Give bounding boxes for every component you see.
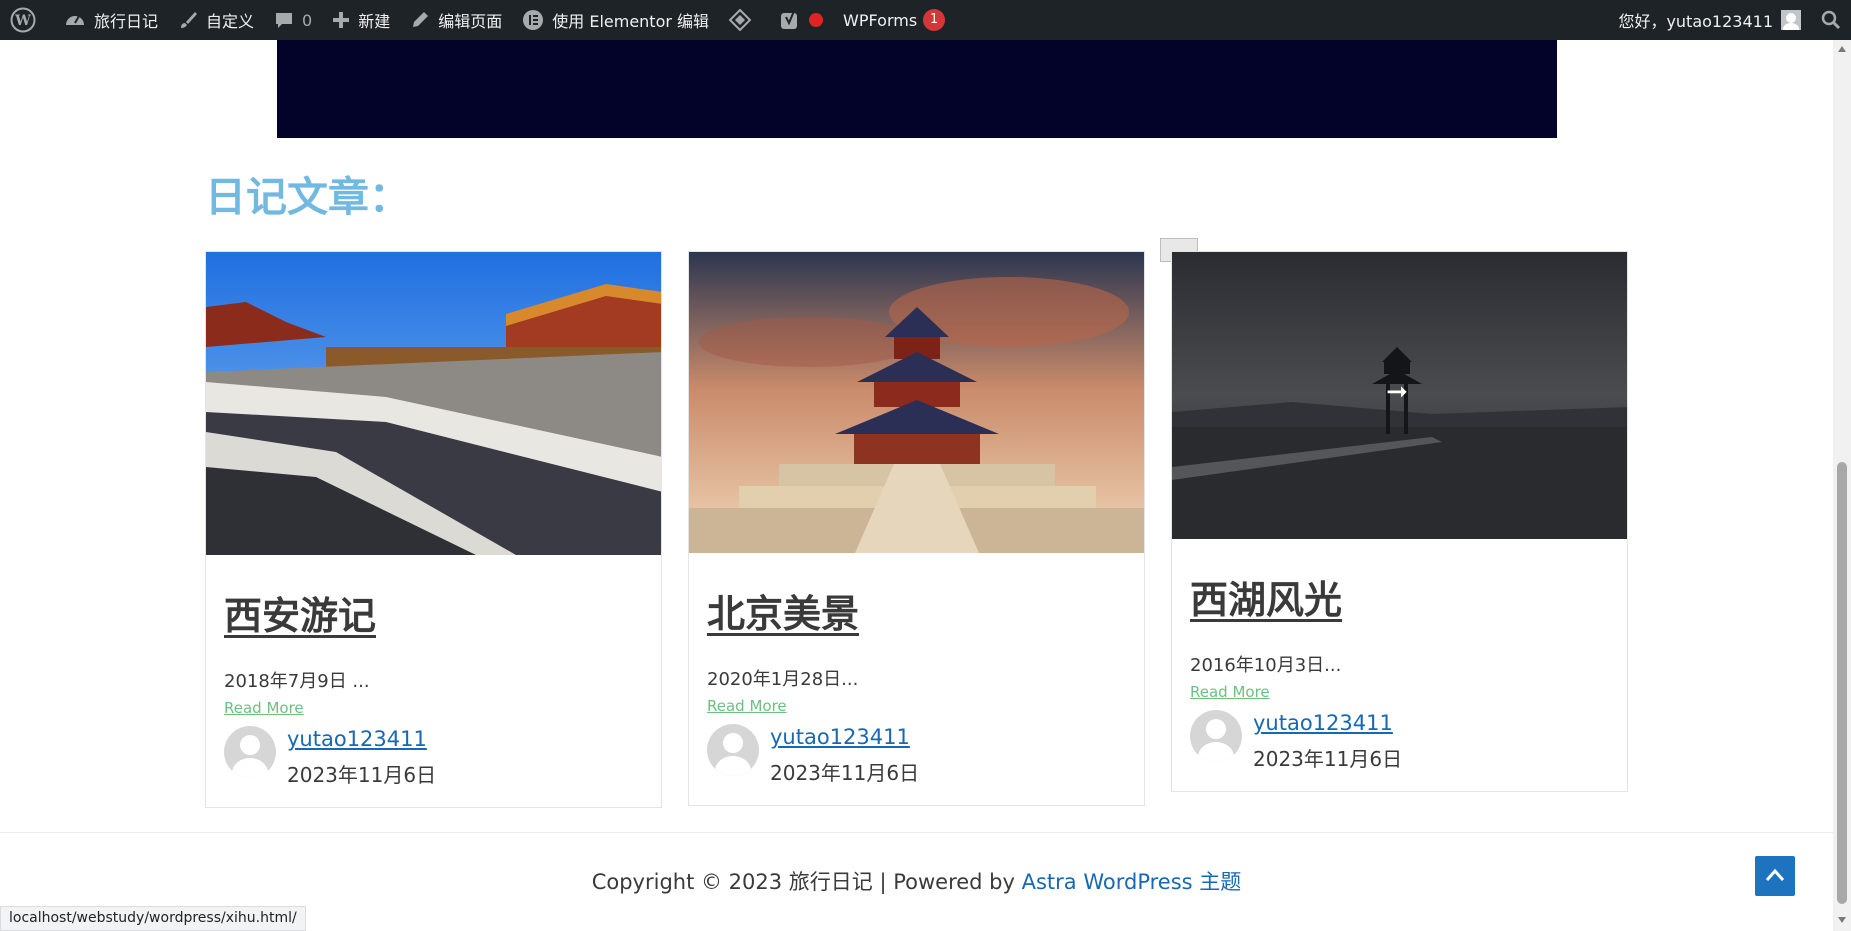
wpforms-menu[interactable]: WPForms 1 [833, 0, 955, 40]
site-name-label: 旅行日记 [94, 12, 159, 31]
wordpress-icon: W [10, 7, 36, 33]
read-more-link[interactable]: Read More [224, 699, 304, 717]
comment-bubble-icon [274, 10, 294, 30]
footer-divider [0, 832, 1833, 833]
scrollbar-thumb[interactable] [1837, 462, 1847, 904]
copyright-text: Copyright © 2023 旅行日记 | Powered by [591, 870, 1022, 894]
wpforms-label: WPForms [843, 10, 918, 30]
post-card: 西安游记 2018年7月9日 ... Read More yutao123411… [205, 251, 662, 808]
wp-admin-bar: W 旅行日记 自定义 0 新建 编辑页面 使用 Elementor 编辑 WPF… [0, 0, 1851, 40]
author-link[interactable]: yutao123411 [1253, 711, 1393, 735]
wordpress-logo-menu[interactable]: W [0, 0, 54, 40]
scroll-up-arrow-icon[interactable] [1838, 46, 1846, 52]
comments-count: 0 [302, 10, 313, 30]
new-label: 新建 [358, 12, 391, 31]
yoast-icon [779, 9, 801, 31]
elementor-edit-menu[interactable]: 使用 Elementor 编辑 [512, 0, 719, 40]
author-avatar [224, 726, 276, 778]
author-avatar [1190, 710, 1242, 762]
read-more-link[interactable]: Read More [707, 697, 787, 715]
greeting-label: 您好，yutao123411 [1618, 12, 1773, 31]
customize-menu[interactable]: 自定义 [168, 0, 264, 40]
footer-copyright: Copyright © 2023 旅行日记 | Powered by Astra… [0, 866, 1833, 896]
post-date: 2023年11月6日 [770, 761, 920, 785]
post-excerpt: 2018年7月9日 ... [224, 671, 370, 692]
page-scrollbar[interactable] [1833, 40, 1851, 931]
pencil-icon [410, 10, 430, 30]
post-title-link[interactable]: 西湖风光 [1190, 569, 1342, 624]
customize-label: 自定义 [206, 12, 255, 31]
svg-text:W: W [14, 13, 31, 29]
post-date: 2023年11月6日 [287, 763, 437, 787]
search-button[interactable] [1811, 0, 1851, 40]
diamond-menu[interactable] [719, 0, 769, 40]
svg-text:➞: ➞ [1386, 377, 1408, 407]
paintbrush-icon [178, 10, 198, 30]
diamond-icon [729, 9, 752, 31]
elementor-label: 使用 Elementor 编辑 [552, 12, 710, 31]
author-avatar [707, 724, 759, 776]
dashboard-icon [64, 10, 86, 30]
post-title-link[interactable]: 北京美景 [707, 583, 859, 638]
post-image-forbidden-city[interactable] [206, 252, 661, 555]
post-image-west-lake[interactable]: ➞ [1172, 252, 1627, 539]
post-date: 2023年11月6日 [1253, 747, 1403, 771]
author-link[interactable]: yutao123411 [287, 727, 427, 751]
search-icon [1821, 10, 1841, 30]
scroll-down-arrow-icon[interactable] [1838, 917, 1846, 923]
post-excerpt: 2020年1月28日... [707, 669, 859, 690]
comments-menu[interactable]: 0 [264, 0, 322, 40]
section-title: 日记文章： [205, 173, 410, 221]
post-title-link[interactable]: 西安游记 [224, 585, 376, 640]
hero-banner [277, 40, 1557, 138]
account-menu[interactable]: 您好，yutao123411 [1608, 0, 1811, 40]
astra-theme-link[interactable]: Astra WordPress 主题 [1022, 870, 1242, 894]
new-content-menu[interactable]: 新建 [322, 0, 400, 40]
edit-page-menu[interactable]: 编辑页面 [400, 0, 512, 40]
author-link[interactable]: yutao123411 [770, 725, 910, 749]
post-image-temple-of-heaven[interactable] [689, 252, 1144, 553]
user-avatar-icon [1781, 10, 1801, 30]
yoast-menu[interactable] [769, 0, 833, 40]
post-card: ➞ 西湖风光 2016年10月3日... Read More yutao1234… [1171, 251, 1628, 792]
read-more-link[interactable]: Read More [1190, 683, 1270, 701]
link-status-bar: localhost/webstudy/wordpress/xihu.html/ [0, 906, 306, 931]
wpforms-notification-badge: 1 [923, 9, 946, 31]
chevron-up-icon [1765, 867, 1785, 886]
edit-page-label: 编辑页面 [438, 12, 503, 31]
elementor-icon [522, 9, 544, 31]
plus-icon [332, 11, 350, 29]
post-card: 北京美景 2020年1月28日... Read More yutao123411… [688, 251, 1145, 806]
site-name-menu[interactable]: 旅行日记 [54, 0, 168, 40]
post-excerpt: 2016年10月3日... [1190, 655, 1342, 676]
seo-status-dot-icon [809, 13, 824, 27]
scroll-to-top-button[interactable] [1755, 856, 1795, 896]
